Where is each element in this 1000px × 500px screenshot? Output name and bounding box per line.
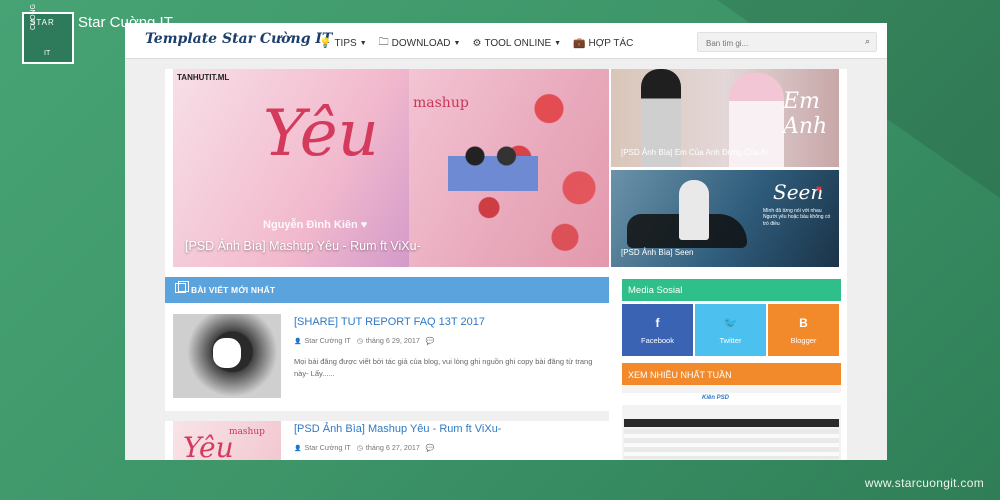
latest-posts-header: BÀI VIẾT MỚI NHẤT [165,277,609,303]
card1-title[interactable]: [PSD Ảnh Bìa] Em Của Anh Đừng Của Ai [621,148,768,157]
site-logo[interactable]: Template Star Cường IT [145,31,332,47]
brand-logo-line3: IT [44,50,51,57]
hero-couple-image [448,131,538,231]
card2-title[interactable]: [PSD Ảnh Bìa] Seen [621,248,694,257]
post-date: tháng 6 29, 2017 [357,336,420,345]
thumbnail-rows [624,429,839,459]
post-date: tháng 6 27, 2017 [357,443,420,452]
popular-posts-header: XEM NHIỀU NHẤT TUẦN [622,363,841,385]
twitter-button[interactable]: 🐦 Twitter [695,304,766,356]
folder-icon: 🗀 [378,37,389,48]
post-meta: Star Cường IT tháng 6 27, 2017 💬 [294,443,435,452]
menu-tool-online-label: TOOL ONLINE [484,38,552,49]
top-nav: Template Star Cường IT 💡 TIPS ▼ 🗀 DOWNLO… [125,23,887,59]
post-meta: Star Cường IT tháng 6 29, 2017 💬 [294,336,435,345]
facebook-icon: f [655,316,660,330]
card1-script-text: Em Anh [783,89,828,139]
heart-icon: ♥ [816,184,822,195]
menu-download-label: DOWNLOAD [391,38,451,49]
media-social-header: Media Sosial [622,279,841,301]
blogger-label: Blogger [790,336,817,345]
menu-download[interactable]: 🗀 DOWNLOAD ▼ [379,35,461,52]
social-buttons: f Facebook 🐦 Twitter B Blogger [622,304,839,356]
caret-down-icon: ▼ [359,40,367,47]
thumbnail-mask-image [213,338,241,368]
hero-title[interactable]: [PSD Ảnh Bìa] Mashup Yêu - Rum ft ViXu- [185,239,421,253]
website-screenshot: Template Star Cường IT 💡 TIPS ▼ 🗀 DOWNLO… [125,23,887,460]
facebook-button[interactable]: f Facebook [622,304,693,356]
lightbulb-icon: 💡 [319,38,332,49]
brand-logo-line2: CUONG [30,3,37,30]
blogger-button[interactable]: B Blogger [768,304,839,356]
menu-hop-tac[interactable]: 💼 HỢP TÁC [573,35,633,52]
post-title[interactable]: [PSD Ảnh Bìa] Mashup Yêu - Rum ft ViXu- [294,423,501,435]
card2-person-image [679,180,709,240]
comment-icon[interactable]: 💬 [426,444,435,452]
post-author[interactable]: Star Cường IT [294,443,350,452]
copy-icon [175,281,189,293]
post-thumbnail[interactable] [173,314,281,398]
twitter-icon: 🐦 [723,316,738,330]
hero-mashup-text: mashup [413,95,469,111]
menu-tips-label: TIPS [334,38,357,49]
post-thumbnail[interactable]: mashup Yêu [173,421,281,460]
main-content: TANHUTIT.ML mashup Yêu Nguyễn Đình Kiên … [165,69,847,460]
menu-hop-tac-label: HỢP TÁC [588,38,634,49]
main-menu: 💡 TIPS ▼ 🗀 DOWNLOAD ▼ ⚙ TOOL ONLINE ▼ 💼 … [319,35,633,52]
search-input[interactable] [704,36,858,50]
watermark-url: www.starcuongit.com [864,476,984,490]
post-divider [165,411,609,421]
hero-subtitle: Nguyễn Đình Kiên ♥ [263,219,368,231]
post-title[interactable]: [SHARE] TUT REPORT FAQ 13T 2017 [294,316,485,328]
popular-posts-title: XEM NHIỀU NHẤT TUẦN [628,370,732,380]
brand-logo: STAR CUONG IT [22,4,74,64]
menu-tips[interactable]: 💡 TIPS ▼ [319,35,367,52]
caret-down-icon: ▼ [554,40,562,47]
post-excerpt: Mọi bài đăng được viết bởi tác giả của b… [294,357,593,378]
hero-corner-text: TANHUTIT.ML [177,73,230,82]
featured-main[interactable]: TANHUTIT.ML mashup Yêu Nguyễn Đình Kiên … [173,69,609,267]
sidebar: Media Sosial f Facebook 🐦 Twitter B Blog… [622,279,841,460]
caret-down-icon: ▼ [453,40,461,47]
search-icon[interactable]: ⌕ [865,36,870,47]
search-box: ⌕ [697,32,877,52]
popular-post-thumbnail[interactable]: Kiên PSD [622,385,841,460]
comment-icon[interactable]: 💬 [426,337,435,345]
menu-tool-online[interactable]: ⚙ TOOL ONLINE ▼ [472,35,561,52]
featured-card-2[interactable]: Seen ♥ Mình đã từng nói với nhau Người y… [611,170,839,267]
media-social-title: Media Sosial [628,285,683,296]
post-author[interactable]: Star Cường IT [294,336,350,345]
thumbnail-logo-text: Kiên PSD [702,395,730,401]
blogger-icon: B [799,316,808,330]
twitter-label: Twitter [719,336,742,345]
post-item: [SHARE] TUT REPORT FAQ 13T 2017 Star Cườ… [173,314,607,410]
latest-posts-header-label: BÀI VIẾT MỚI NHẤT [191,285,276,295]
briefcase-icon: 💼 [573,38,586,49]
featured-card-1[interactable]: Em Anh [PSD Ảnh Bìa] Em Của Anh Đừng Của… [611,69,839,167]
thumbnail-header-strip [622,393,841,405]
thumb-mashup-text: mashup [229,427,265,437]
post-item: mashup Yêu [PSD Ảnh Bìa] Mashup Yêu - Ru… [173,421,607,460]
thumb-script-text: Yêu [183,431,234,460]
facebook-label: Facebook [641,336,674,345]
gear-icon: ⚙ [472,38,482,49]
card2-lyric: Mình đã từng nói với nhau Người yêu hoặc… [763,208,831,227]
hero-script-text: Yêu [263,97,379,171]
thumbnail-nav-bar [624,419,839,427]
